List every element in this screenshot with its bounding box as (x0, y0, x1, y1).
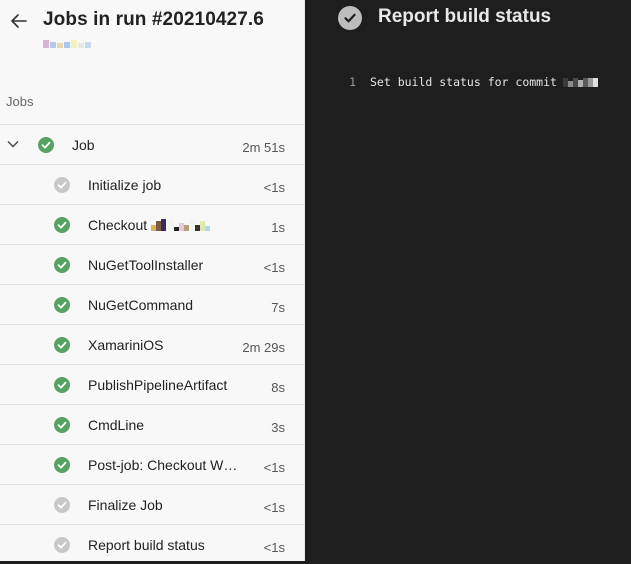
succeeded-icon (54, 217, 70, 233)
skipped-icon (54, 537, 70, 553)
succeeded-icon (54, 377, 70, 393)
succeeded-icon (38, 137, 54, 153)
step-row-nugettoolinstaller[interactable]: NuGetToolInstaller <1s (0, 244, 305, 284)
step-label-text: Checkout (88, 217, 148, 233)
step-duration: 7s (271, 300, 285, 315)
step-duration: <1s (263, 500, 285, 515)
log-panel: Report build status 1 Set build status fo… (306, 0, 631, 561)
page-title: Jobs in run #20210427.6 (43, 9, 264, 30)
succeeded-icon (54, 257, 70, 273)
step-row-cmdline[interactable]: CmdLine 3s (0, 404, 305, 444)
step-duration: <1s (263, 460, 285, 475)
job-row[interactable]: Job 2m 51s (0, 124, 305, 164)
step-label: Report build status (88, 537, 205, 553)
log-text: Set build status for commit (370, 75, 557, 89)
step-label: Finalize Job (88, 497, 163, 513)
step-label: CmdLine (88, 417, 145, 433)
step-row-report-build-status[interactable]: Report build status <1s (0, 524, 305, 564)
redacted-repo-name (151, 218, 211, 234)
succeeded-icon (54, 417, 70, 433)
skipped-icon (54, 497, 70, 513)
succeeded-icon (54, 457, 70, 473)
step-duration: 3s (271, 420, 285, 435)
chevron-down-icon[interactable] (6, 137, 20, 151)
skipped-icon (54, 177, 70, 193)
redacted-commit-id (562, 76, 598, 90)
step-label: NuGetCommand (88, 297, 194, 313)
line-number: 1 (349, 75, 356, 89)
step-duration: <1s (263, 260, 285, 275)
succeeded-icon (54, 297, 70, 313)
job-duration: 2m 51s (242, 140, 285, 155)
step-label: NuGetToolInstaller (88, 257, 204, 273)
step-row-post-job-checkout[interactable]: Post-job: Checkout W… <1s (0, 444, 305, 484)
back-arrow-icon[interactable] (8, 10, 30, 32)
step-row-nugetcommand[interactable]: NuGetCommand 7s (0, 284, 305, 324)
step-duration: 8s (271, 380, 285, 395)
step-row-xamarinios[interactable]: XamariniOS 2m 29s (0, 324, 305, 364)
redacted-pipeline-name (43, 40, 91, 48)
log-line[interactable]: 1 Set build status for commit (342, 75, 598, 90)
log-title: Report build status (378, 6, 552, 27)
step-label: PublishPipelineArtifact (88, 377, 228, 393)
jobs-list: Job 2m 51s Initialize job <1s Checkout 1… (0, 124, 305, 564)
jobs-panel: Jobs in run #20210427.6 Jobs Job 2m 51s … (0, 0, 305, 561)
succeeded-icon (54, 337, 70, 353)
step-row-publishpipelineartifact[interactable]: PublishPipelineArtifact 8s (0, 364, 305, 404)
step-duration: 2m 29s (242, 340, 285, 355)
step-row-initialize-job[interactable]: Initialize job <1s (0, 164, 305, 204)
step-label: XamariniOS (88, 337, 164, 353)
job-label: Job (72, 137, 95, 153)
step-duration: 1s (271, 220, 285, 235)
step-duration: <1s (263, 540, 285, 555)
step-row-checkout[interactable]: Checkout 1s (0, 204, 305, 244)
jobs-section-label: Jobs (6, 94, 34, 109)
step-status-icon (338, 6, 362, 30)
step-duration: <1s (263, 180, 285, 195)
step-label: Checkout (88, 217, 211, 234)
step-label: Initialize job (88, 177, 162, 193)
step-label: Post-job: Checkout W… (88, 457, 238, 473)
step-row-finalize-job[interactable]: Finalize Job <1s (0, 484, 305, 524)
